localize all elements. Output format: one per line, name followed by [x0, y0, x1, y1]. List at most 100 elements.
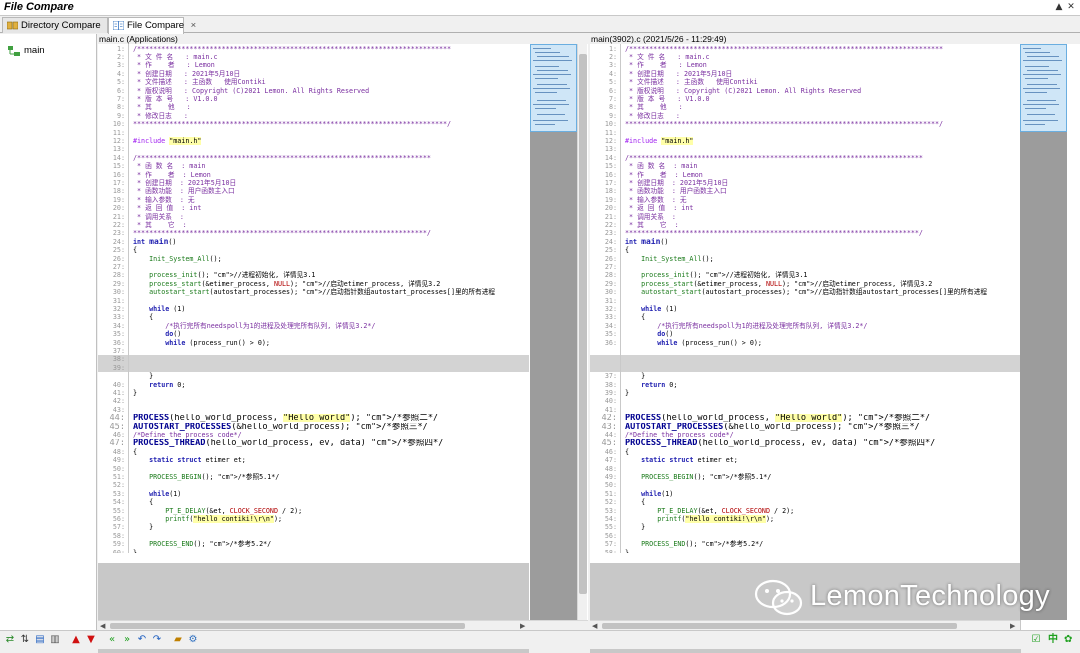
code-line[interactable]: 54: printf("hello contiki!\r\n");: [590, 514, 1021, 523]
code-line[interactable]: 17: * 创建日期 : 2021年5月10日: [590, 179, 1021, 187]
code-line[interactable]: 60:}: [98, 549, 529, 554]
code-line[interactable]: 18: * 函数功能 : 用户函数主入口: [98, 187, 529, 195]
code-line[interactable]: 51: PROCESS_BEGIN(); "cm">/*参照5.1*/: [98, 473, 529, 481]
code-line[interactable]: 6: * 版权说明 : Copyright (C)2021 Lemon. All…: [98, 87, 529, 95]
code-line[interactable]: 30: autostart_start(autostart_processes)…: [98, 288, 529, 296]
code-line[interactable]: 33: {: [590, 313, 1021, 321]
code-line[interactable]: 1: /*************************************…: [98, 45, 529, 53]
code-line[interactable]: 32: while (1): [590, 305, 1021, 313]
copy-left-icon[interactable]: ▤: [34, 634, 46, 646]
code-line[interactable]: 31:: [590, 297, 1021, 305]
redo-icon[interactable]: ↷: [151, 634, 163, 646]
code-line[interactable]: 24: int main(): [98, 238, 529, 246]
code-line[interactable]: 53: while(1): [98, 490, 529, 498]
code-line[interactable]: 38: return 0;: [590, 381, 1021, 389]
code-line[interactable]: 42: PROCESS(hello_world_process, "Hello w…: [590, 414, 1021, 423]
code-line[interactable]: 50:: [98, 465, 529, 473]
left-hscroll-thumb[interactable]: [110, 623, 465, 629]
code-line[interactable]: 17: * 创建日期 : 2021年5月10日: [98, 179, 529, 187]
code-line[interactable]: 33: {: [98, 313, 529, 321]
code-line[interactable]: 13:: [98, 145, 529, 153]
code-line[interactable]: 18: * 函数功能 : 用户函数主入口: [590, 187, 1021, 195]
prev-diff-icon[interactable]: ▲: [70, 634, 82, 646]
code-line[interactable]: 1: /*************************************…: [590, 45, 1021, 53]
code-line[interactable]: 14: /************************************…: [590, 154, 1021, 162]
code-line[interactable]: 23: *************************************…: [98, 229, 529, 237]
left-scroll-thumb[interactable]: [579, 54, 587, 594]
code-line[interactable]: 49: PROCESS_BEGIN(); "cm">/*参照5.1*/: [590, 473, 1021, 481]
code-line[interactable]: 28: process_init(); "cm">//进程初始化, 详情见3.1: [590, 271, 1021, 279]
code-line[interactable]: 16: * 作 者 : Lemon: [590, 171, 1021, 179]
code-line[interactable]: 44: PROCESS(hello_world_process, "Hello w…: [98, 414, 529, 423]
code-line[interactable]: [590, 347, 1021, 355]
code-line[interactable]: 26: Init_System_All();: [98, 255, 529, 263]
code-line[interactable]: 45: AUTOSTART_PROCESSES(&hello_world_proc…: [98, 423, 529, 431]
next-diff-icon[interactable]: ▼: [85, 634, 97, 646]
code-line[interactable]: 55: PT_E_DELAY(&et, CLOCK_SECOND / 2);: [98, 507, 529, 515]
left-code-view[interactable]: 1: /*************************************…: [98, 44, 529, 553]
code-line[interactable]: 39:}: [590, 389, 1021, 397]
code-line[interactable]: 38:: [98, 355, 529, 364]
right-horizontal-scrollbar[interactable]: ◀ ▶: [590, 620, 1020, 630]
code-line[interactable]: 57: }: [98, 523, 529, 531]
code-line[interactable]: 21: * 调用关系 :: [98, 213, 529, 221]
code-line[interactable]: 22: * 其 它 :: [98, 221, 529, 229]
swap-icon[interactable]: ⇄: [4, 634, 16, 646]
code-line[interactable]: 56:: [590, 532, 1021, 540]
code-line[interactable]: 4: * 创建日期 : 2021年5月10日: [98, 70, 529, 78]
code-line[interactable]: 40:: [590, 397, 1021, 405]
code-line[interactable]: 3: * 作 者 : Lemon: [590, 61, 1021, 69]
code-line[interactable]: 34: /*执行完所有needspoll为1的进程及处理完所有队列, 详情见3.…: [590, 322, 1021, 330]
code-line[interactable]: 26: Init_System_All();: [590, 255, 1021, 263]
code-line[interactable]: 41:: [590, 406, 1021, 414]
code-line[interactable]: 27:: [98, 263, 529, 271]
code-line[interactable]: 13:: [590, 145, 1021, 153]
code-line[interactable]: 10: *************************************…: [590, 120, 1021, 128]
code-line[interactable]: 22: * 其 它 :: [590, 221, 1021, 229]
code-line[interactable]: 12: #include "main.h": [98, 136, 529, 145]
code-line[interactable]: 36: while (process_run() > 0);: [590, 339, 1021, 347]
code-line[interactable]: 9: * 修改日志 :: [98, 112, 529, 120]
code-line[interactable]: 19: * 输入参数 : 无: [98, 196, 529, 204]
code-line[interactable]: 54: {: [98, 498, 529, 506]
code-line[interactable]: 16: * 作 者 : Lemon: [98, 171, 529, 179]
code-line[interactable]: }: [98, 372, 529, 380]
right-hscroll-thumb[interactable]: [602, 623, 957, 629]
code-line[interactable]: 15: * 函 数 名 : main: [590, 162, 1021, 170]
close-icon[interactable]: ✕: [1066, 2, 1076, 13]
code-line[interactable]: 3: * 作 者 : Lemon: [98, 61, 529, 69]
code-line[interactable]: 11:: [98, 129, 529, 137]
code-line[interactable]: 24: int main(): [590, 238, 1021, 246]
right-code-view[interactable]: 1: /*************************************…: [590, 44, 1021, 553]
code-line[interactable]: 41:}: [98, 389, 529, 397]
code-line[interactable]: 25: {: [590, 246, 1021, 254]
undo-icon[interactable]: ↶: [136, 634, 148, 646]
code-line[interactable]: 48: {: [98, 448, 529, 456]
code-line[interactable]: 58:}: [590, 549, 1021, 554]
code-line[interactable]: 32: while (1): [98, 305, 529, 313]
code-line[interactable]: 56: printf("hello contiki!\r\n");: [98, 514, 529, 523]
code-line[interactable]: 34: /*执行完所有needspoll为1的进程及处理完所有队列, 详情见3.…: [98, 322, 529, 330]
code-line[interactable]: [590, 363, 1021, 373]
code-line[interactable]: 43:: [98, 406, 529, 414]
sync-icon[interactable]: ⇅: [19, 634, 31, 646]
minimize-icon[interactable]: ▲: [1054, 2, 1064, 13]
code-line[interactable]: 51: while(1): [590, 490, 1021, 498]
code-line[interactable]: 6: * 版权说明 : Copyright (C)2021 Lemon. All…: [590, 87, 1021, 95]
code-line[interactable]: 44: /*Define the process code*/: [590, 431, 1021, 439]
left-horizontal-scrollbar[interactable]: ◀ ▶: [98, 620, 588, 630]
right-minimap[interactable]: [1020, 44, 1067, 620]
code-line[interactable]: 20: * 返 回 值 : int: [98, 204, 529, 212]
code-line[interactable]: 23: *************************************…: [590, 229, 1021, 237]
code-line[interactable]: 11:: [590, 129, 1021, 137]
code-line[interactable]: 58:: [98, 532, 529, 540]
code-line[interactable]: 5: * 文件描述 : 主函数 使用Contiki: [590, 78, 1021, 86]
code-line[interactable]: 52:: [98, 481, 529, 489]
code-line[interactable]: 48:: [590, 465, 1021, 473]
code-line[interactable]: 2: * 文 件 名 : main.c: [590, 53, 1021, 61]
code-line[interactable]: [590, 355, 1021, 364]
code-line[interactable]: 2: * 文 件 名 : main.c: [98, 53, 529, 61]
code-line[interactable]: 21: * 调用关系 :: [590, 213, 1021, 221]
code-line[interactable]: 47: static struct etimer et;: [590, 456, 1021, 464]
code-line[interactable]: 7: * 版 本 号 : V1.0.0: [590, 95, 1021, 103]
